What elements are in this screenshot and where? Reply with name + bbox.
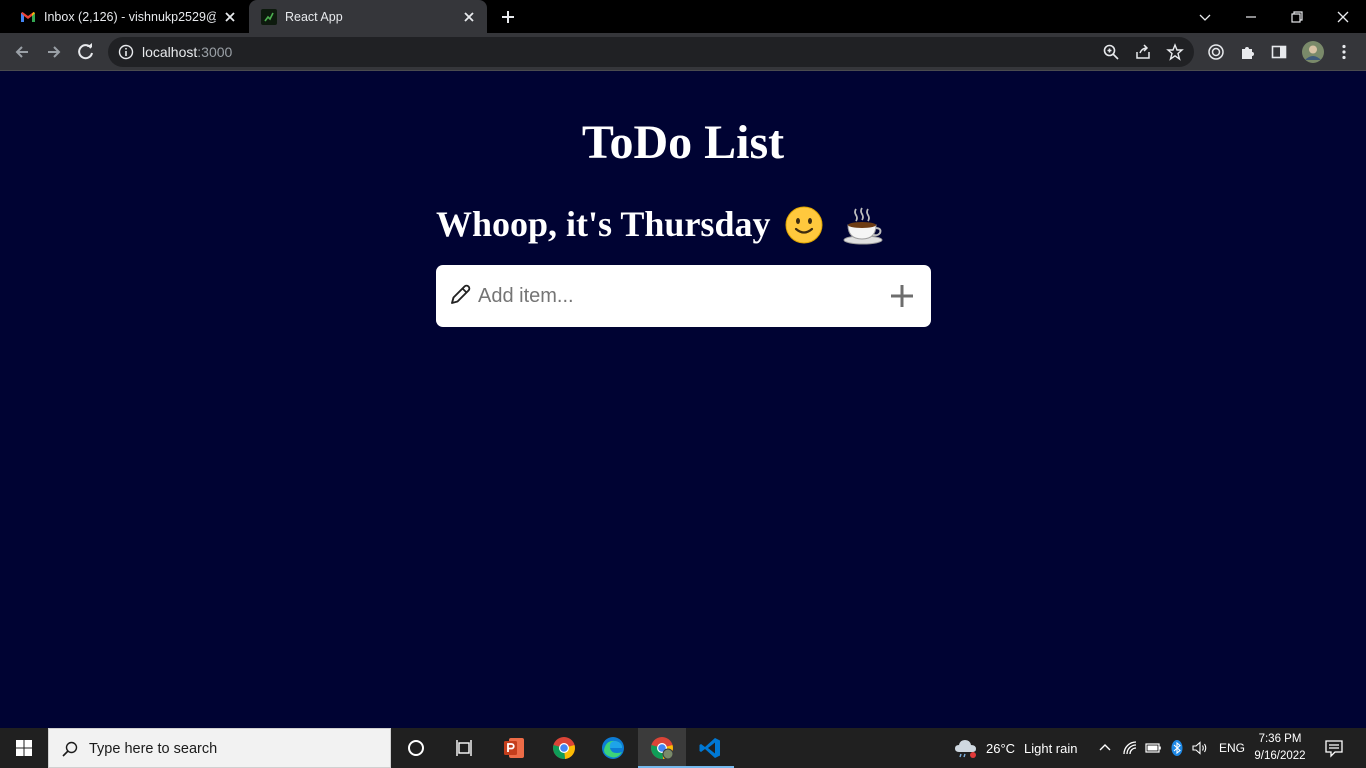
- tab-title: React App: [285, 9, 343, 24]
- taskbar-powerpoint[interactable]: [490, 728, 538, 768]
- bookmark-star-icon[interactable]: [1166, 43, 1184, 61]
- day-greeting: Whoop, it's Thursday: [436, 204, 771, 244]
- vscode-icon: [699, 738, 720, 758]
- windows-logo-icon: [16, 740, 32, 756]
- new-tab-icon[interactable]: [499, 8, 517, 26]
- start-button[interactable]: [0, 728, 48, 768]
- windows-taskbar: Type here to search 26°C Light rain ENG …: [0, 728, 1366, 768]
- close-tab-icon[interactable]: [461, 9, 477, 25]
- react-app-icon: [261, 8, 277, 25]
- extensions-puzzle-icon[interactable]: [1239, 43, 1257, 61]
- taskbar-edge[interactable]: [589, 728, 637, 768]
- chrome-menu-icon[interactable]: [1335, 43, 1353, 61]
- taskbar-chrome-active[interactable]: [638, 728, 686, 768]
- gmail-icon: [21, 11, 35, 22]
- add-item-button[interactable]: [888, 282, 916, 310]
- weather-temperature[interactable]: 26°C: [986, 741, 1015, 756]
- hot-beverage-icon: [843, 207, 883, 245]
- show-hidden-icons-chevron-icon[interactable]: [1096, 739, 1114, 757]
- tab-react-app[interactable]: React App: [249, 0, 487, 33]
- close-window-icon[interactable]: [1332, 6, 1354, 28]
- chrome-profile-icon: [651, 737, 674, 760]
- address-bar[interactable]: localhost:3000: [108, 37, 1194, 67]
- zoom-icon[interactable]: [1102, 43, 1120, 61]
- task-view-icon: [456, 740, 472, 756]
- clock-time: 7:36 PM: [1258, 733, 1302, 745]
- taskbar-vscode[interactable]: [686, 728, 734, 768]
- clock-date: 9/16/2022: [1254, 750, 1306, 762]
- add-item-input[interactable]: [478, 280, 878, 312]
- taskbar-search[interactable]: Type here to search: [48, 728, 391, 768]
- close-tab-icon[interactable]: [222, 9, 238, 25]
- browser-tab-strip: Inbox (2,126) - vishnukp2529@gmail.com R…: [0, 0, 1366, 33]
- browser-toolbar: localhost:3000: [0, 33, 1366, 71]
- chrome-icon: [553, 737, 575, 760]
- battery-icon[interactable]: [1144, 739, 1162, 757]
- input-language[interactable]: ENG: [1219, 741, 1245, 755]
- add-item-form: [436, 265, 931, 327]
- cortana-circle-icon: [408, 740, 424, 756]
- edge-icon: [602, 737, 624, 759]
- search-icon: [62, 741, 78, 757]
- task-view-button[interactable]: [440, 728, 488, 768]
- powerpoint-icon: [504, 738, 524, 758]
- weather-rain-icon[interactable]: [954, 737, 978, 759]
- taskbar-chrome[interactable]: [540, 728, 588, 768]
- search-placeholder: Type here to search: [89, 741, 218, 757]
- restore-icon[interactable]: [1286, 6, 1308, 28]
- system-clock[interactable]: 7:36 PM 9/16/2022: [1246, 731, 1314, 765]
- minimize-icon[interactable]: [1240, 6, 1262, 28]
- wifi-icon[interactable]: [1121, 739, 1139, 757]
- plus-icon: [891, 285, 913, 307]
- weather-condition[interactable]: Light rain: [1024, 741, 1077, 756]
- todo-app-page: ToDo List Whoop, it's Thursday: [0, 71, 1366, 728]
- bluetooth-icon[interactable]: [1168, 739, 1186, 757]
- profile-avatar[interactable]: [1302, 41, 1324, 63]
- cortana-button[interactable]: [392, 728, 440, 768]
- tab-title: Inbox (2,126) - vishnukp2529@gmail.com: [44, 9, 216, 24]
- tab-search-chevron-icon[interactable]: [1194, 6, 1216, 28]
- reload-icon[interactable]: [76, 42, 96, 62]
- back-icon[interactable]: [12, 42, 32, 62]
- share-icon[interactable]: [1134, 43, 1152, 61]
- url-text: localhost:3000: [142, 44, 233, 60]
- side-panel-icon[interactable]: [1270, 43, 1288, 61]
- extension-target-icon[interactable]: [1207, 43, 1225, 61]
- site-info-icon[interactable]: [118, 44, 134, 60]
- notifications-icon[interactable]: [1324, 738, 1344, 758]
- forward-icon[interactable]: [44, 42, 64, 62]
- volume-icon[interactable]: [1191, 739, 1209, 757]
- page-title: ToDo List: [581, 116, 785, 169]
- pencil-icon: [451, 284, 471, 304]
- tab-gmail[interactable]: Inbox (2,126) - vishnukp2529@gmail.com: [8, 0, 248, 33]
- smiling-face-icon: [785, 206, 823, 244]
